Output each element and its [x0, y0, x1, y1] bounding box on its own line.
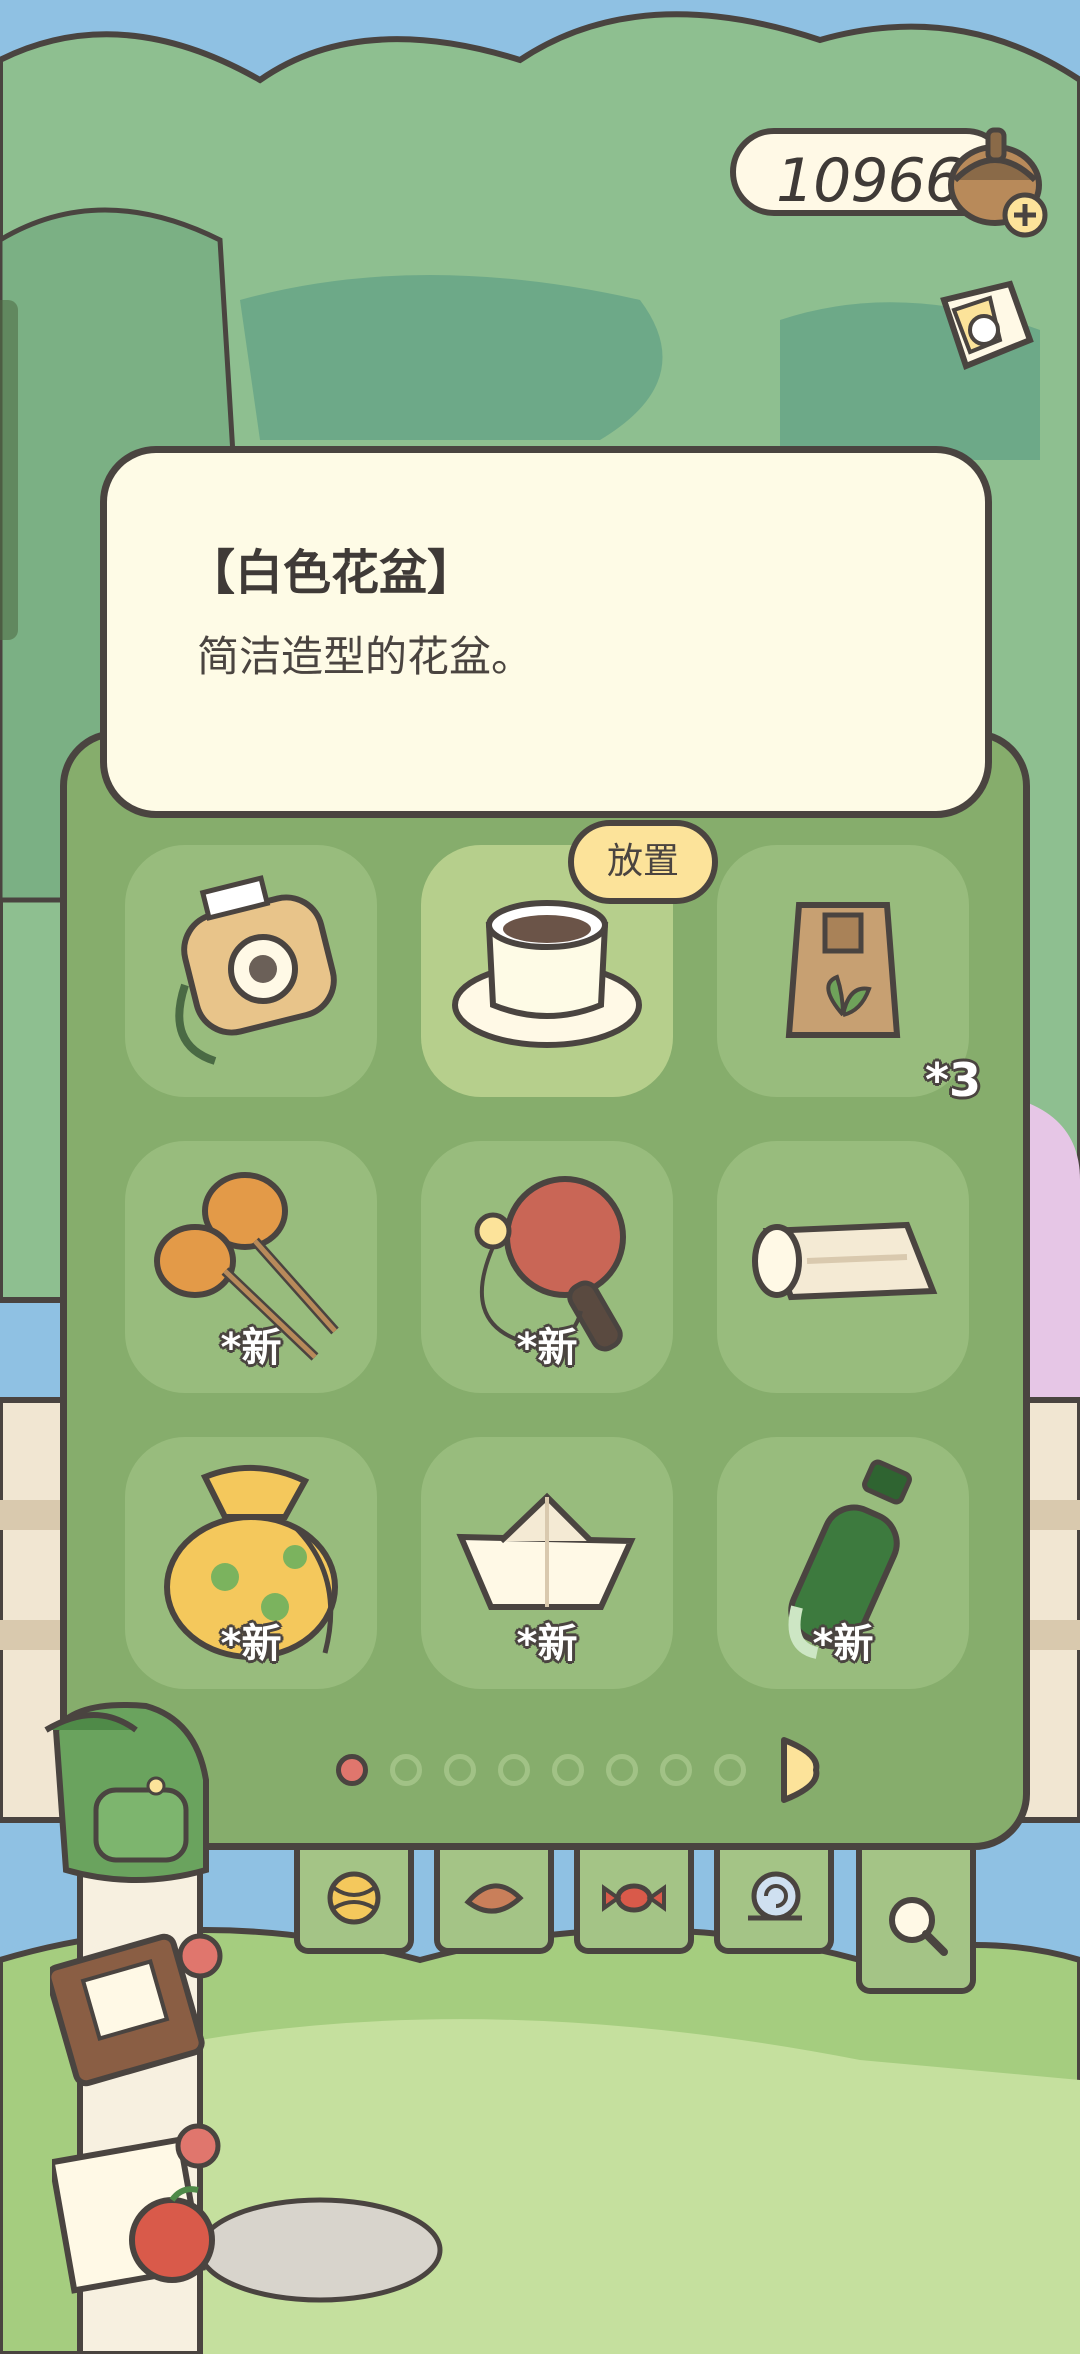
leaf-food-icon: [464, 1883, 524, 1914]
backpack-icon[interactable]: [36, 1690, 226, 1890]
category-tab-food[interactable]: [434, 1850, 554, 1954]
next-page-arrow-icon[interactable]: [776, 1734, 820, 1806]
camera-icon: [175, 875, 337, 1065]
slot-tag: *新: [516, 1325, 578, 1371]
slot-tag: *新: [220, 1325, 282, 1371]
candy-icon: [602, 1883, 666, 1913]
photo-album-icon[interactable]: [930, 270, 1040, 390]
currency-amount: 10966: [776, 146, 963, 216]
page-dot-3[interactable]: [444, 1754, 476, 1786]
inventory-panel: *3 *新 *新 *新 *新 *新: [60, 730, 1030, 1850]
seed-pouch-icon: [785, 902, 901, 1038]
item-description-card: 【白色花盆】 简洁造型的花盆。: [100, 446, 992, 818]
slot-count: *3: [924, 1053, 981, 1107]
mail-icon[interactable]: [52, 2110, 242, 2300]
category-tab-crafts[interactable]: [294, 1850, 414, 1954]
category-tab-candy[interactable]: [574, 1850, 694, 1954]
page-dot-2[interactable]: [390, 1754, 422, 1786]
side-drawer-tab[interactable]: [0, 300, 18, 640]
inventory-slot-seed-pouch[interactable]: *3: [717, 845, 981, 1107]
place-button[interactable]: 放置: [568, 820, 718, 904]
slot-tag: *新: [812, 1621, 874, 1667]
page-dot-6[interactable]: [606, 1754, 638, 1786]
inventory-slot-camera[interactable]: [125, 845, 377, 1097]
search-icon: [889, 1897, 948, 1956]
journal-icon[interactable]: [50, 1920, 230, 2090]
inventory-slot-bottle[interactable]: *新: [717, 1437, 969, 1689]
acorn-clover-icon[interactable]: [940, 110, 1050, 240]
search-tab[interactable]: [856, 1850, 976, 1994]
yarn-ball-icon: [327, 1871, 381, 1925]
item-title: 【白色花盆】: [187, 545, 476, 601]
slot-tag: *新: [516, 1621, 578, 1667]
inventory-slot-paper-roll[interactable]: [717, 1141, 969, 1393]
page-dot-1[interactable]: [336, 1754, 368, 1786]
inventory-slot-clover-bag[interactable]: *新: [125, 1437, 377, 1689]
page-dot-4[interactable]: [498, 1754, 530, 1786]
slot-tag: *新: [220, 1621, 282, 1667]
snail-shell-icon: [748, 1871, 802, 1921]
inventory-slot-paper-boat[interactable]: *新: [421, 1437, 673, 1689]
page-dot-5[interactable]: [552, 1754, 584, 1786]
page-dot-8[interactable]: [714, 1754, 746, 1786]
paper-roll-icon: [752, 1221, 938, 1301]
inventory-slot-maracas[interactable]: *新: [125, 1141, 377, 1393]
category-tab-shell[interactable]: [714, 1850, 834, 1954]
page-dot-7[interactable]: [660, 1754, 692, 1786]
item-description: 简洁造型的花盆。: [197, 632, 534, 681]
inventory-slot-paddle[interactable]: *新: [421, 1141, 673, 1393]
